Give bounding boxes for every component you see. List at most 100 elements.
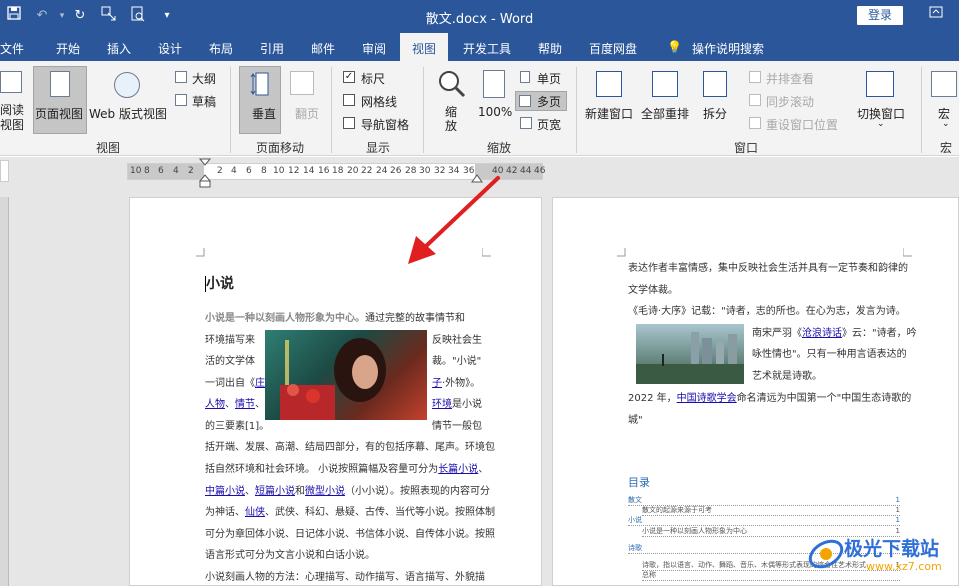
portrait-photo[interactable] — [265, 330, 427, 420]
arrange-all-button[interactable]: 全部重排 — [641, 105, 689, 122]
text-run: （小小说）。按照表现的内容可分 — [345, 486, 490, 497]
toc-entry[interactable]: 散文的起源来源于可考 1 — [642, 506, 900, 516]
hyperlink[interactable]: 子 — [432, 378, 442, 389]
hyperlink[interactable]: 长篇小说 — [438, 464, 478, 475]
ribbon-tabs: 文件 开始 插入 设计 布局 引用 邮件 审阅 视图 开发工具 帮助 百度网盘 … — [0, 33, 959, 61]
tab-review[interactable]: 审阅 — [362, 40, 386, 57]
tab-references[interactable]: 引用 — [260, 40, 284, 57]
hyperlink[interactable]: 中篇小说 — [205, 486, 245, 497]
vertical-ruler[interactable] — [0, 197, 9, 586]
nav-pane-checkbox[interactable] — [343, 117, 355, 129]
toc-title[interactable]: 目录 — [628, 476, 650, 490]
body-line: 艺术就是诗歌。 — [752, 370, 822, 384]
gridlines-checkbox[interactable] — [343, 94, 355, 106]
page-move-group-label: 页面移动 — [256, 141, 305, 155]
switch-window-dropdown-icon[interactable]: ⌄ — [877, 119, 885, 129]
toc-entry-text: 小说 — [628, 516, 642, 524]
ruler-number: 22 — [361, 166, 373, 176]
body-line: 中篇小说、短篇小说和微型小说（小小说）。按照表现的内容可分 — [205, 485, 490, 499]
body-line: 《毛诗·大序》记载："诗者，志的所也。在心为志，发言为诗。 — [628, 305, 906, 319]
ribbon-separator — [576, 67, 577, 153]
login-button[interactable]: 登录 — [857, 6, 903, 25]
hyperlink[interactable]: 沧浪诗话 — [802, 328, 842, 339]
hyperlink[interactable]: 情节 — [235, 399, 255, 410]
hyperlink[interactable]: 微型小说 — [305, 486, 345, 497]
draft-button[interactable]: 草稿 — [192, 93, 216, 110]
body-line-right: 情节一般包 — [432, 420, 482, 434]
toc-entry[interactable]: 散文 1 — [628, 496, 900, 506]
toc-page-number: 1 — [895, 506, 900, 515]
ruler-number: 46 — [534, 166, 546, 176]
web-layout-button[interactable]: Web 版式视图 — [89, 105, 167, 122]
tab-help[interactable]: 帮助 — [538, 40, 562, 57]
tell-me-search[interactable]: 操作说明搜索 — [692, 40, 764, 57]
web-layout-icon[interactable] — [114, 72, 140, 98]
tab-layout[interactable]: 布局 — [209, 40, 233, 57]
indent-marker[interactable] — [198, 158, 212, 188]
outline-button[interactable]: 大纲 — [192, 70, 216, 87]
body-line: 语言形式可分为文言小说和白话小说。 — [205, 549, 375, 563]
split-button[interactable]: 拆分 — [703, 105, 727, 122]
print-layout-label: 页面视图 — [35, 107, 84, 121]
tab-view[interactable]: 视图 — [400, 33, 449, 61]
text-run: 的三要素[1]。 — [205, 421, 270, 432]
side-to-side-button[interactable]: 翻页 — [295, 105, 319, 122]
body-line: 环境描写来 — [205, 334, 255, 348]
text-run: ·外物》。 — [442, 378, 481, 389]
read-mode-button[interactable]: 阅读 视图 — [0, 103, 26, 133]
tab-home[interactable]: 开始 — [56, 40, 80, 57]
ruler-toggle[interactable] — [0, 160, 9, 182]
hyperlink[interactable]: 庄 — [255, 378, 265, 389]
zoom-100-button[interactable]: 100% — [478, 105, 512, 119]
hyperlink[interactable]: 仙侠 — [245, 507, 265, 518]
text-run: 艺术就是诗歌。 — [752, 371, 822, 382]
new-window-button[interactable]: 新建窗口 — [585, 105, 633, 122]
zoom-button[interactable]: 缩放 — [445, 105, 459, 133]
body-line: 2022 年，中国诗歌学会命名清远为中国第一个"中国生态诗歌的 — [628, 392, 911, 406]
view-side-by-side-button[interactable]: 并排查看 — [766, 70, 814, 87]
macros-icon[interactable] — [931, 71, 957, 97]
heading-xiaoshuo[interactable]: 小说 — [206, 276, 234, 293]
ribbon-display-icon[interactable] — [926, 6, 946, 24]
outline-icon[interactable] — [175, 71, 187, 83]
text-run: 》云："诗者，吟 — [842, 328, 917, 339]
tab-developer[interactable]: 开发工具 — [463, 40, 511, 57]
macros-dropdown-icon[interactable]: ⌄ — [942, 119, 950, 129]
body-line: 人物、情节、 — [205, 398, 265, 412]
page-width-icon[interactable] — [520, 117, 532, 129]
hyperlink[interactable]: 环境 — [432, 399, 452, 410]
split-icon[interactable] — [703, 71, 727, 97]
text-run: 一词出自《 — [205, 378, 255, 389]
one-page-button[interactable]: 单页 — [537, 70, 561, 87]
sync-scroll-button[interactable]: 同步滚动 — [766, 93, 814, 110]
draft-icon[interactable] — [175, 94, 187, 106]
page-width-button[interactable]: 页宽 — [537, 116, 561, 133]
tab-design[interactable]: 设计 — [158, 40, 182, 57]
new-window-icon[interactable] — [596, 71, 622, 97]
tab-insert[interactable]: 插入 — [107, 40, 131, 57]
toc-entry[interactable]: 小说 1 — [628, 516, 900, 526]
city-photo[interactable] — [636, 324, 744, 384]
vertical-label: 垂直 — [252, 107, 277, 121]
hyperlink[interactable]: 短篇小说 — [255, 486, 295, 497]
one-page-icon[interactable] — [520, 71, 530, 83]
tab-mailings[interactable]: 邮件 — [311, 40, 335, 57]
ruler-number: 12 — [288, 166, 300, 176]
zoom-icon[interactable] — [437, 69, 467, 99]
text-run: 小说刻画人物的方法：心理描写、动作描写、语言描写、外貌描 — [205, 572, 485, 583]
arrange-all-icon[interactable] — [652, 71, 678, 97]
zoom-100-icon[interactable] — [483, 70, 505, 98]
hyperlink[interactable]: 中国诗歌学会 — [677, 393, 737, 404]
tab-baidu-netdisk[interactable]: 百度网盘 — [589, 40, 637, 57]
body-line-right: 裁。"小说" — [432, 355, 481, 369]
reset-window-button[interactable]: 重设窗口位置 — [766, 116, 838, 133]
watermark-logo: 极光下载站 www.xz7.com — [806, 526, 956, 582]
ruler-number: 2 — [188, 166, 194, 176]
ruler-number: 4 — [173, 166, 179, 176]
read-mode-icon[interactable] — [0, 71, 22, 93]
hyperlink[interactable]: 人物 — [205, 399, 225, 410]
crop-mark — [903, 248, 912, 257]
switch-window-icon[interactable] — [866, 71, 894, 97]
tab-file[interactable]: 文件 — [0, 40, 24, 57]
ruler-checkbox[interactable]: ✓ — [343, 71, 355, 83]
